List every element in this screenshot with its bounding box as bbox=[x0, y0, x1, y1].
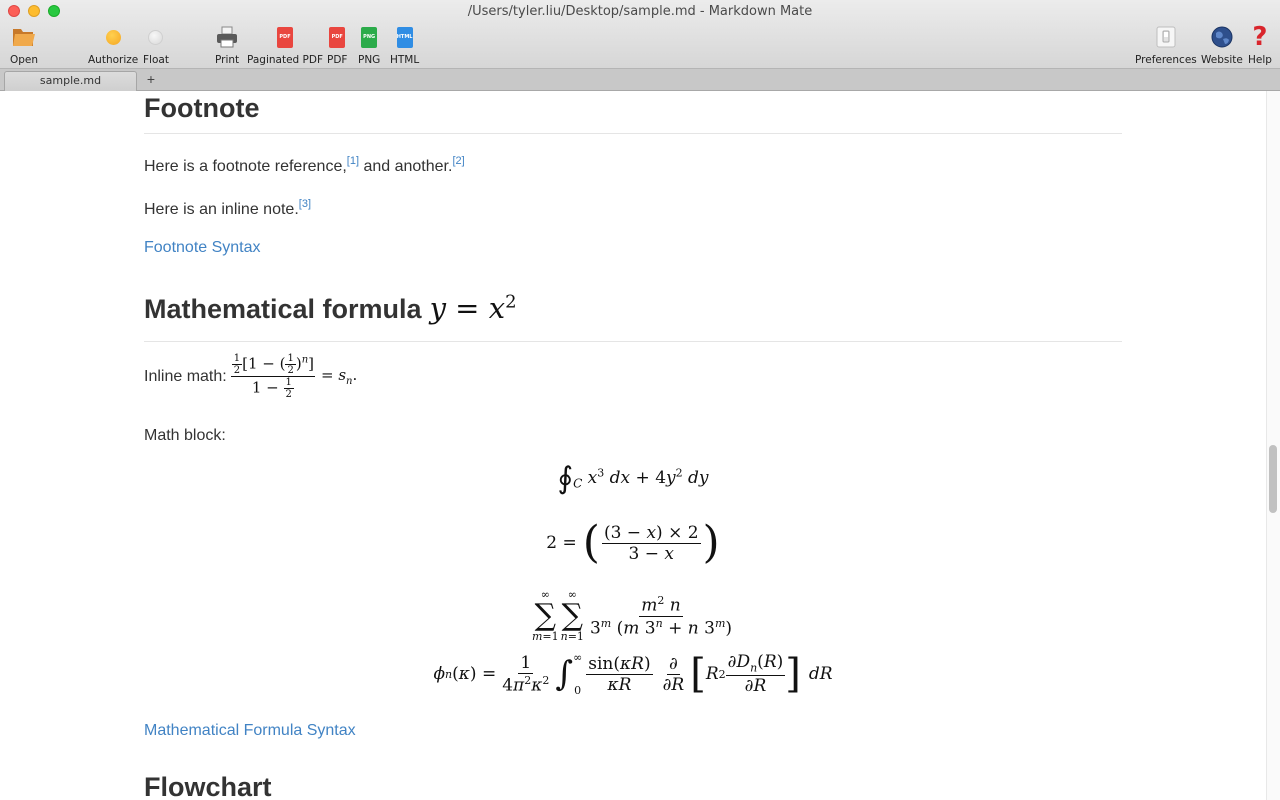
folder-icon bbox=[11, 24, 37, 50]
print-button[interactable]: Print bbox=[215, 24, 239, 66]
footnote-paragraph-1: Here is a footnote reference,[1] and ano… bbox=[144, 155, 465, 175]
heading-formula: y = x2 bbox=[429, 291, 517, 325]
scrollbar-thumb[interactable] bbox=[1269, 445, 1277, 513]
tab-sample-md[interactable]: sample.md bbox=[4, 71, 137, 91]
document-preview[interactable]: Footnote Here is a footnote reference,[1… bbox=[0, 91, 1280, 800]
help-button[interactable]: ? Help bbox=[1248, 24, 1272, 66]
footnote-ref-3[interactable]: [3] bbox=[299, 198, 311, 210]
authorize-dot-icon bbox=[105, 24, 121, 50]
math-block-integral: ϕ n(κ) = 1 4π2κ2 ∫ ∞ 0 sin(κR) κR ∂ ∂R [ R2 ∂… bbox=[433, 651, 833, 697]
window-title: /Users/tyler.liu/Desktop/sample.md - Mar… bbox=[467, 4, 813, 19]
heading-divider bbox=[144, 341, 1122, 342]
png-button[interactable]: PNG PNG bbox=[358, 24, 380, 66]
open-label: Open bbox=[10, 54, 39, 66]
pdf-icon: PDF bbox=[329, 24, 346, 50]
preferences-label: Preferences bbox=[1135, 54, 1197, 66]
website-button[interactable]: Website bbox=[1201, 24, 1243, 66]
preferences-button[interactable]: Preferences bbox=[1135, 24, 1197, 66]
authorize-button[interactable]: Authorize bbox=[88, 24, 138, 66]
footnote-ref-1[interactable]: [1] bbox=[347, 155, 359, 167]
html-label: HTML bbox=[390, 54, 420, 66]
math-block-label: Math block: bbox=[144, 427, 226, 444]
png-label: PNG bbox=[358, 54, 381, 66]
math-heading: Mathematical formula y = x2 bbox=[144, 291, 517, 325]
float-button[interactable]: Float bbox=[143, 24, 169, 66]
preferences-switch-icon bbox=[1156, 24, 1176, 50]
tab-bar: sample.md + bbox=[0, 69, 1280, 91]
footnote-syntax-link[interactable]: Footnote Syntax bbox=[144, 239, 261, 257]
math-block-contour-integral: ∮C x3 dx + 4y2 dy bbox=[557, 461, 709, 496]
open-button[interactable]: Open bbox=[10, 24, 38, 66]
heading-divider bbox=[144, 133, 1122, 134]
globe-icon bbox=[1211, 24, 1233, 50]
float-dot-icon bbox=[148, 24, 164, 50]
pdf-label: PDF bbox=[327, 54, 348, 66]
paginated-pdf-button[interactable]: PDF Paginated PDF bbox=[247, 24, 323, 66]
printer-icon bbox=[216, 24, 238, 50]
float-label: Float bbox=[143, 54, 169, 66]
math-block-double-sum: ∞ ∑ m=1 ∞ ∑ n=1 m2 n 3m (m 3n + n 3m) bbox=[531, 588, 733, 643]
inline-math-paragraph: Inline math: 1 2 [1 − (1 2)n] 1 − 12 = sn. bbox=[144, 353, 358, 400]
png-icon: PNG bbox=[361, 24, 378, 50]
paginated-pdf-label: Paginated PDF bbox=[247, 54, 324, 66]
footnote-paragraph-2: Here is an inline note.[3] bbox=[144, 198, 311, 218]
html-icon: HTML bbox=[396, 24, 413, 50]
html-button[interactable]: HTML HTML bbox=[390, 24, 419, 66]
question-mark-icon: ? bbox=[1252, 22, 1268, 52]
help-label: Help bbox=[1248, 54, 1272, 66]
footnote-ref-2[interactable]: [2] bbox=[452, 155, 464, 167]
inline-math-formula: 1 2 [1 − (1 2)n] 1 − 12 = sn. bbox=[230, 353, 357, 400]
math-block-fraction: 2 = ( (3 − x) × 23 − x ) bbox=[546, 517, 720, 568]
add-tab-button[interactable]: + bbox=[140, 71, 162, 89]
print-label: Print bbox=[215, 54, 240, 66]
authorize-label: Authorize bbox=[88, 54, 139, 66]
math-formula-syntax-link[interactable]: Mathematical Formula Syntax bbox=[144, 722, 356, 740]
paginated-pdf-icon: PDF bbox=[277, 24, 293, 50]
website-label: Website bbox=[1201, 54, 1243, 66]
flowchart-heading: Flowchart bbox=[144, 772, 272, 800]
window-titlebar: /Users/tyler.liu/Desktop/sample.md - Mar… bbox=[0, 0, 1280, 69]
pdf-button[interactable]: PDF PDF bbox=[327, 24, 347, 66]
footnote-heading: Footnote bbox=[144, 93, 260, 123]
